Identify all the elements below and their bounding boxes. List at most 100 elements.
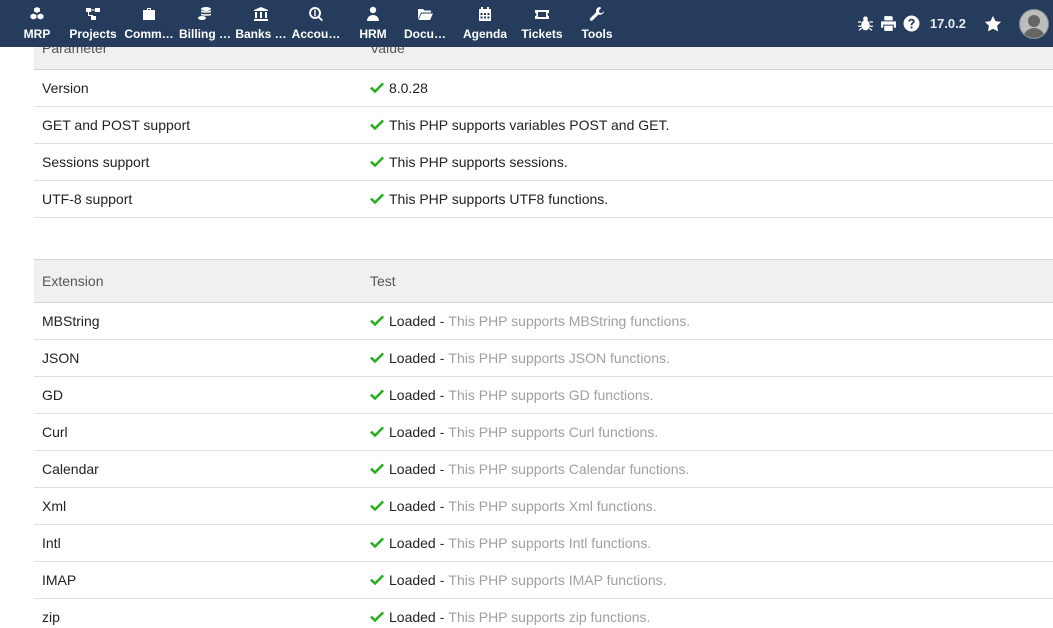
extension-test: Loaded - This PHP supports JSON functions. (370, 350, 1053, 366)
parameter-name: GET and POST support (42, 117, 191, 133)
status-loaded: Loaded (389, 609, 436, 625)
menu-accounting[interactable]: Accou… (291, 0, 341, 47)
table-row: Curl Loaded - This PHP supports Curl functi… (34, 414, 1053, 451)
extension-test: Loaded - This PHP supports Intl functions. (370, 535, 1053, 551)
status-loaded: Loaded (389, 461, 436, 477)
check-icon (370, 156, 384, 168)
table-row: IMAP Loaded - This PHP supports IMAP functi… (34, 562, 1053, 599)
separator: - (439, 350, 445, 366)
status-loaded: Loaded (389, 313, 436, 329)
star-icon[interactable] (982, 13, 1004, 35)
menu-label: Billing … (179, 27, 231, 41)
extension-name: MBString (42, 313, 100, 329)
parameter-value: This PHP supports sessions. (370, 154, 1053, 170)
extension-name: GD (42, 387, 63, 403)
extension-test: Loaded - This PHP supports IMAP functions. (370, 572, 1053, 588)
header-extension: Extension (42, 273, 104, 289)
extension-description: This PHP supports zip functions. (448, 609, 651, 625)
parameter-name: Sessions support (42, 154, 150, 170)
header-test: Test (370, 273, 396, 289)
value-text: 8.0.28 (389, 80, 428, 96)
table-row: MBString Loaded - This PHP supports MBStrin… (34, 303, 1053, 340)
separator: - (439, 535, 445, 551)
extension-description: This PHP supports Xml functions. (448, 498, 657, 514)
help-icon[interactable] (901, 13, 923, 35)
separator: - (439, 461, 445, 477)
check-icon (370, 315, 384, 327)
menu-tickets[interactable]: Tickets (520, 0, 564, 47)
extension-description: This PHP supports GD functions. (448, 387, 654, 403)
table-row: Sessions support This PHP supports sessio… (34, 144, 1053, 181)
table-row: UTF-8 support This PHP supports UTF8 func… (34, 181, 1053, 218)
menu-label: Accou… (291, 27, 341, 41)
extension-name: JSON (42, 350, 80, 366)
menu-label: HRM (359, 27, 387, 41)
bug-icon[interactable] (855, 13, 877, 35)
extension-name: Intl (42, 535, 61, 551)
table-row: zip Loaded - This PHP supports zip function… (34, 599, 1053, 628)
menu-billing[interactable]: Billing … (179, 0, 231, 47)
status-loaded: Loaded (389, 387, 436, 403)
php-rows: Version 8.0.28 GET and POST support This PH… (34, 70, 1053, 218)
table-header: Extension Test (34, 259, 1053, 303)
avatar[interactable] (1019, 8, 1049, 39)
separator: - (439, 424, 445, 440)
briefcase-icon (141, 5, 157, 23)
php-parameters-table: Parameter Value Version 8.0.28 GET and POS… (34, 26, 1053, 218)
check-icon (370, 611, 384, 623)
separator: - (439, 609, 445, 625)
status-loaded: Loaded (389, 498, 436, 514)
extension-description: This PHP supports JSON functions. (448, 350, 670, 366)
status-loaded: Loaded (389, 572, 436, 588)
table-row: Xml Loaded - This PHP supports Xml function… (34, 488, 1053, 525)
menu-documents[interactable]: Docu… (402, 0, 448, 47)
user-tie-icon (365, 5, 381, 23)
extension-test: Loaded - This PHP supports GD functions. (370, 387, 1053, 403)
wrench-icon (589, 5, 605, 23)
calendar-icon (477, 5, 493, 23)
extension-description: This PHP supports MBString functions. (448, 313, 691, 329)
status-loaded: Loaded (389, 535, 436, 551)
cubes-icon (29, 5, 45, 23)
check-icon (370, 193, 384, 205)
table-row: JSON Loaded - This PHP supports JSON functi… (34, 340, 1053, 377)
menu-label: MRP (23, 27, 51, 41)
check-icon (370, 537, 384, 549)
menu-commercial[interactable]: Comm… (124, 0, 174, 47)
project-diagram-icon (85, 5, 101, 23)
separator: - (439, 313, 445, 329)
menu-label: Docu… (404, 27, 446, 41)
check-icon (370, 119, 384, 131)
extension-test: Loaded - This PHP supports zip functions. (370, 609, 1053, 625)
menu-banks[interactable]: Banks … (235, 0, 287, 47)
menu-tools[interactable]: Tools (578, 0, 616, 47)
check-icon (370, 389, 384, 401)
extension-name: IMAP (42, 572, 77, 588)
toolbar-right: 17.0.2 (855, 0, 1053, 47)
parameter-name: UTF-8 support (42, 191, 133, 207)
version-label: 17.0.2 (929, 16, 966, 31)
menu-mrp[interactable]: MRP (22, 0, 52, 47)
menu-label: Tickets (521, 27, 563, 41)
parameter-value: 8.0.28 (370, 80, 1053, 96)
check-icon (370, 426, 384, 438)
separator: - (439, 387, 445, 403)
menu-label: Banks … (235, 27, 287, 41)
extension-name: Xml (42, 498, 67, 514)
menu-label: Agenda (462, 27, 507, 41)
menu-projects[interactable]: Projects (69, 0, 117, 47)
value-text: This PHP supports variables POST and GET… (389, 117, 670, 133)
table-row: Calendar Loaded - This PHP supports Calenda… (34, 451, 1053, 488)
table-row: GD Loaded - This PHP supports GD functions. (34, 377, 1053, 414)
menu-hrm[interactable]: HRM (356, 0, 390, 47)
extension-description: This PHP supports Curl functions. (448, 424, 659, 440)
extension-name: Calendar (42, 461, 99, 477)
extension-description: This PHP supports Calendar functions. (448, 461, 690, 477)
extension-description: This PHP supports Intl functions. (448, 535, 652, 551)
extension-test: Loaded - This PHP supports Xml functions. (370, 498, 1053, 514)
extension-name: zip (42, 609, 60, 625)
parameter-name: Version (42, 80, 89, 96)
menu-agenda[interactable]: Agenda (462, 0, 508, 47)
print-icon[interactable] (878, 13, 900, 35)
value-text: This PHP supports UTF8 functions. (389, 191, 609, 207)
